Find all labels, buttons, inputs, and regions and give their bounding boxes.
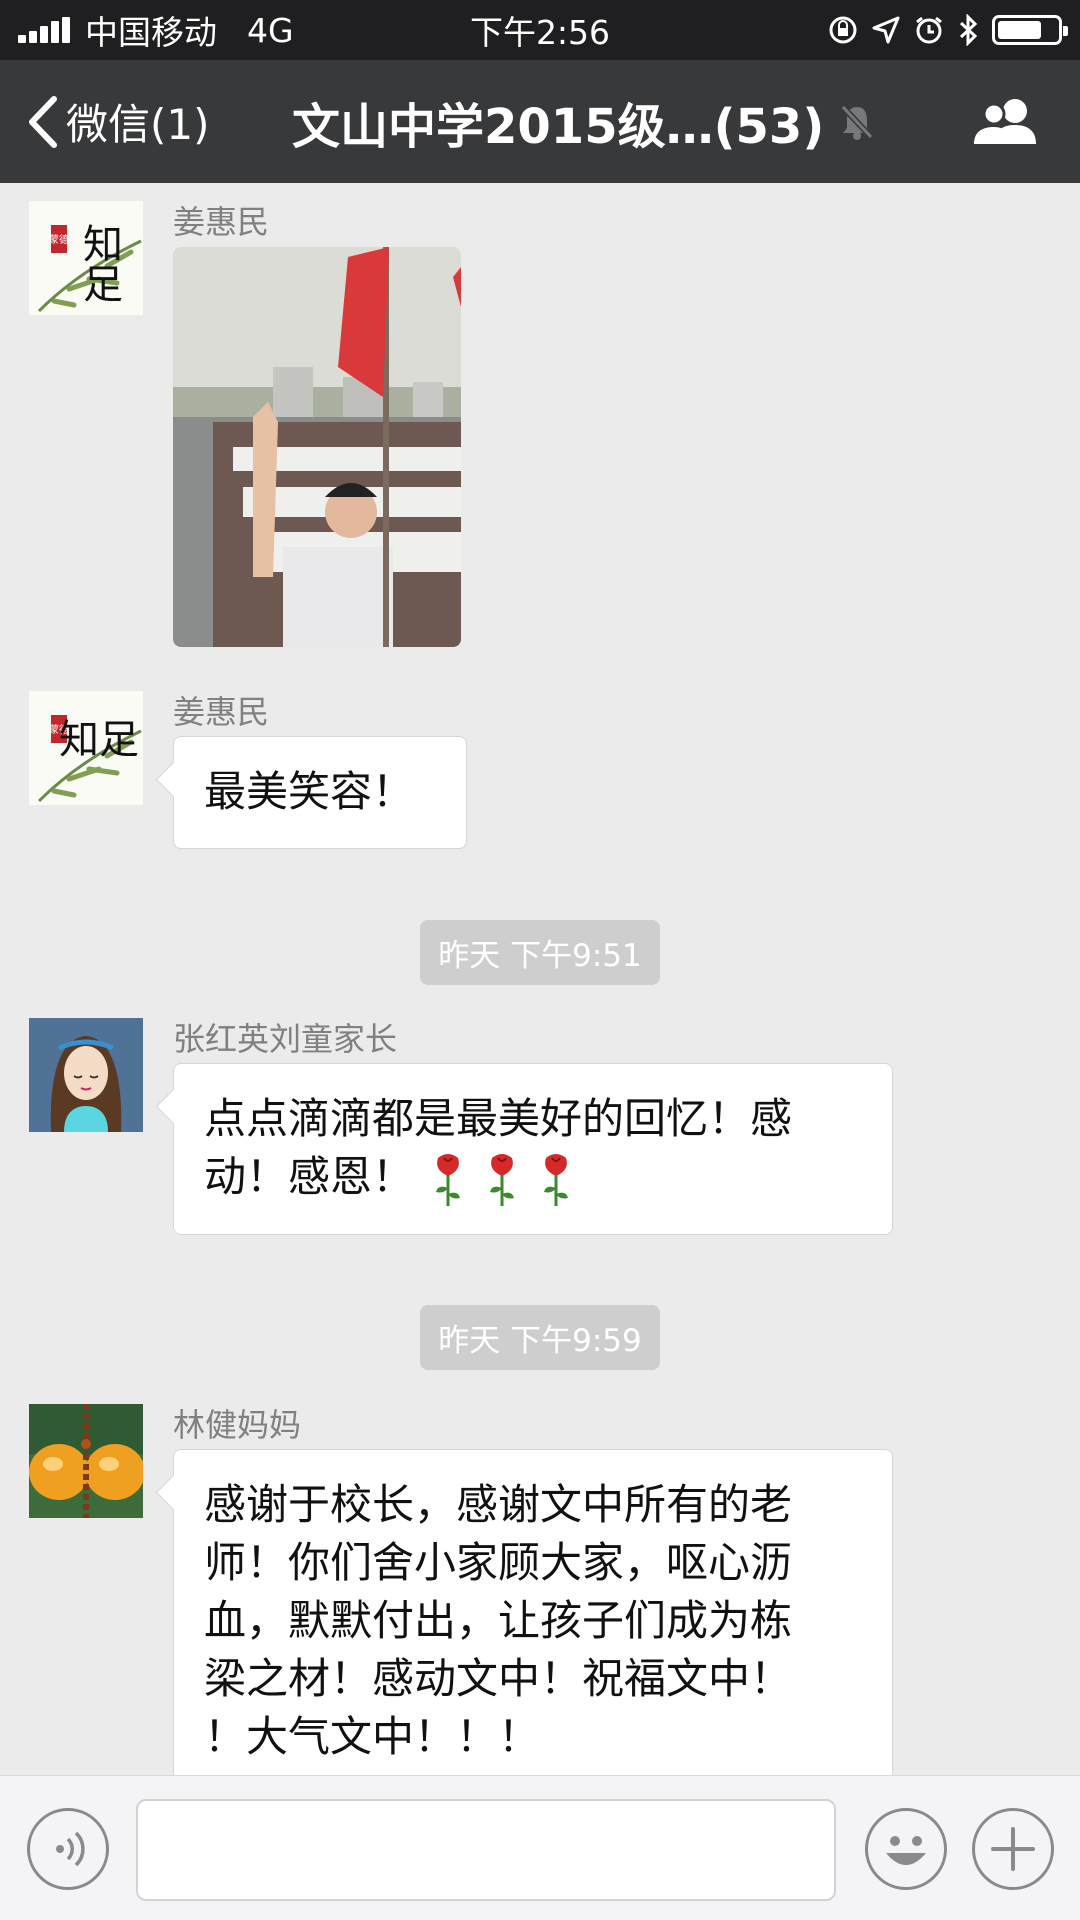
network-label: 4G — [247, 10, 294, 50]
group-members-icon[interactable] — [972, 96, 1042, 146]
message-line: 动！感恩！ — [204, 1152, 415, 1201]
message-line-with-emoji: 动！感恩！ — [204, 1148, 862, 1208]
signal-icon — [18, 17, 73, 43]
sender-name: 张红英刘童家长 — [173, 1020, 398, 1058]
message-line: 血，默默付出，让孩子们成为栋 — [204, 1596, 793, 1645]
back-button[interactable]: 微信(1) — [26, 60, 210, 183]
zhizu-calligraphy-avatar: 蒙德 知足 — [29, 691, 143, 805]
chat-title: 文山中学2015级…(53) — [292, 60, 874, 183]
avatar-lin[interactable] — [29, 1404, 143, 1518]
message-bubble[interactable]: 最美笑容！ — [173, 736, 467, 849]
back-label: 微信(1) — [66, 100, 210, 149]
message-line: 梁之材！感动文中！祝福文中！ — [204, 1654, 793, 1703]
message-bubble[interactable]: 点点滴滴都是最美好的回忆！感 动！感恩！ — [173, 1063, 893, 1235]
emoji-icon — [886, 1836, 926, 1865]
avatar-calligraphy: 知足 — [76, 223, 122, 303]
status-bar: 中国移动 4G 下午2:56 — [0, 0, 1080, 60]
voice-icon — [56, 1831, 85, 1867]
mute-bell-icon — [841, 104, 874, 140]
chat-title-text: 文山中学2015级…(53) — [292, 98, 825, 155]
alarm-icon — [916, 16, 942, 44]
plus-button[interactable] — [972, 1808, 1054, 1890]
nav-bar: 微信(1) 文山中学2015级…(53) — [0, 60, 1080, 183]
rose-emoji-icon — [544, 1153, 569, 1206]
back-chevron-icon — [29, 95, 57, 148]
rose-emoji-icon — [436, 1153, 461, 1206]
message-line: 感谢于校长，感谢文中所有的老 — [204, 1480, 793, 1529]
avatar-jiang[interactable]: 蒙德 知足 — [29, 201, 143, 315]
image-message[interactable] — [173, 247, 461, 647]
battery-icon — [992, 15, 1068, 45]
emoji-button[interactable] — [865, 1808, 947, 1890]
voice-button[interactable] — [27, 1808, 109, 1890]
message-input[interactable] — [136, 1799, 836, 1901]
sender-name: 林健妈妈 — [173, 1406, 302, 1444]
avatar-calligraphy: 知足 — [59, 717, 139, 763]
timestamp-label: 昨天 下午9:51 — [420, 920, 660, 985]
orange-gourd-avatar — [29, 1404, 143, 1518]
avatar-jiang[interactable]: 蒙德 知足 — [29, 691, 143, 805]
rose-emoji-icon — [490, 1153, 515, 1206]
message-line: ！大气文中！！！ — [204, 1712, 541, 1761]
girl-cartoon-avatar — [29, 1018, 143, 1132]
carrier-label: 中国移动 — [85, 13, 217, 52]
orientation-lock-icon — [829, 16, 857, 44]
location-icon — [872, 16, 900, 44]
message-text: 最美笑容！ — [204, 767, 415, 816]
input-bar — [0, 1775, 1080, 1920]
sender-name: 姜惠民 — [173, 203, 270, 241]
avatar-zhang[interactable] — [29, 1018, 143, 1132]
clock: 下午2:56 — [469, 13, 611, 52]
timestamp: 昨天 下午9:51 — [0, 920, 1080, 985]
plus-icon — [991, 1827, 1035, 1871]
student-thumbs-up-photo — [173, 247, 461, 647]
bluetooth-icon — [959, 14, 978, 46]
chat-area[interactable]: 蒙德 知足 姜惠民 蒙德 知足 姜惠民 最美笑容！ 昨天 下午9:51 张红英刘… — [0, 183, 1080, 1775]
message-line: 点点滴滴都是最美好的回忆！感 — [204, 1094, 793, 1143]
timestamp-label: 昨天 下午9:59 — [420, 1305, 660, 1370]
timestamp: 昨天 下午9:59 — [0, 1305, 1080, 1370]
message-line: 师！你们舍小家顾大家，呕心沥 — [204, 1538, 793, 1587]
zhizu-calligraphy-avatar: 蒙德 知足 — [29, 201, 143, 315]
seal-text: 蒙德 — [49, 233, 69, 246]
sender-name: 姜惠民 — [173, 693, 270, 731]
message-bubble[interactable]: 感谢于校长，感谢文中所有的老 师！你们舍小家顾大家，呕心沥 血，默默付出，让孩子… — [173, 1449, 893, 1775]
